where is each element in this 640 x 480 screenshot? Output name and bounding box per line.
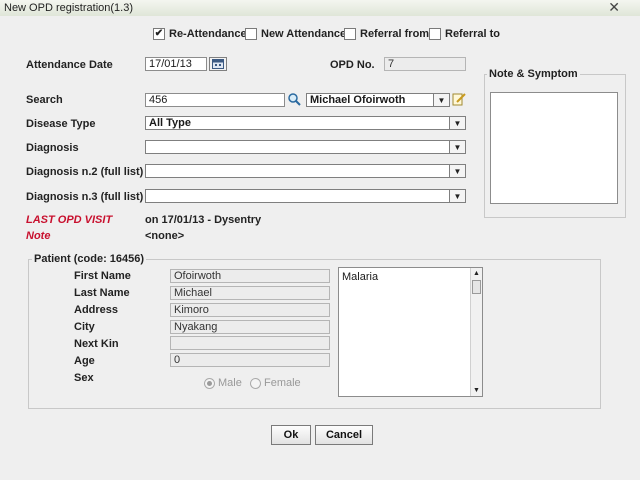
scroll-up-icon[interactable]: ▲ [471,268,482,279]
scroll-thumb[interactable] [472,280,481,294]
note-symptom-textarea[interactable] [490,92,618,204]
re-attendance-checkbox[interactable]: ✔ Re-Attendance [153,28,247,40]
search-label: Search [26,94,63,106]
next-kin-label: Next Kin [74,338,119,350]
checkbox-unchecked-icon [429,28,441,40]
note-label: Note [26,230,51,242]
dialog-body: ✔ Re-Attendance New Attendance Referral … [0,16,640,480]
diagnosis3-label: Diagnosis n.3 (full list) [26,191,144,203]
opd-no-field: 7 [384,57,466,71]
disease-type-label: Disease Type [26,118,96,130]
sex-male-radio[interactable]: Male [204,377,242,389]
age-label: Age [74,355,95,367]
first-name-label: First Name [74,270,131,282]
sex-female-radio[interactable]: Female [250,377,301,389]
disease-type-select[interactable]: All Type ▼ [145,116,466,130]
search-input[interactable]: 456 [145,93,285,107]
opd-no-label: OPD No. [330,59,375,71]
note-symptom-title: Note & Symptom [487,68,580,80]
sex-female-label: Female [264,377,301,389]
patient-notes-scrollbar[interactable]: ▲ ▼ [470,268,482,396]
cancel-button[interactable]: Cancel [315,425,373,445]
last-visit-value: on 17/01/13 - Dysentry [145,214,262,226]
diagnosis-select[interactable]: ▼ [145,140,466,154]
chevron-down-icon[interactable]: ▼ [449,141,465,153]
radio-unselected-icon [250,377,261,389]
new-attendance-checkbox[interactable]: New Attendance [245,28,346,40]
diagnosis2-label: Diagnosis n.2 (full list) [26,166,144,178]
address-label: Address [74,304,119,316]
patient-panel-title: Patient (code: 16456) [32,253,147,265]
checkbox-checked-icon: ✔ [153,28,165,40]
attendance-date-label: Attendance Date [26,59,113,71]
radio-selected-icon [204,377,215,389]
referral-from-checkbox[interactable]: Referral from [344,28,429,40]
checkbox-unchecked-icon [344,28,356,40]
diagnosis2-select[interactable]: ▼ [145,164,466,178]
patient-select-value: Michael Ofoirwoth [310,94,406,106]
first-name-field: Ofoirwoth [170,269,330,283]
note-value: <none> [145,230,185,242]
calendar-button[interactable] [209,57,227,71]
last-name-field: Michael [170,286,330,300]
scroll-down-icon[interactable]: ▼ [471,385,482,396]
referral-from-label: Referral from [360,28,430,40]
sex-label: Sex [74,372,94,384]
diagnosis3-select[interactable]: ▼ [145,189,466,203]
re-attendance-label: Re-Attendance [169,28,247,40]
disease-type-value: All Type [149,117,191,129]
next-kin-field [170,336,330,350]
chevron-down-icon[interactable]: ▼ [449,190,465,202]
title-bar: New OPD registration(1.3) ✕ [0,0,640,17]
patient-select[interactable]: Michael Ofoirwoth ▼ [306,93,450,107]
attendance-date-field[interactable]: 17/01/13 [145,57,207,71]
edit-patient-icon[interactable] [452,92,466,109]
window-title: New OPD registration(1.3) [4,2,133,14]
calendar-icon [212,59,224,69]
age-field: 0 [170,353,330,367]
last-name-label: Last Name [74,287,130,299]
last-visit-label: LAST OPD VISIT [26,214,113,226]
checkbox-unchecked-icon [245,28,257,40]
chevron-down-icon[interactable]: ▼ [449,165,465,177]
search-icon[interactable] [288,93,301,109]
chevron-down-icon[interactable]: ▼ [433,94,449,106]
diagnosis-label: Diagnosis [26,142,79,154]
city-label: City [74,321,95,333]
close-icon[interactable]: ✕ [608,0,620,14]
city-field: Nyakang [170,320,330,334]
ok-button[interactable]: Ok [271,425,311,445]
sex-male-label: Male [218,377,242,389]
chevron-down-icon[interactable]: ▼ [449,117,465,129]
referral-to-label: Referral to [445,28,501,40]
address-field: Kimoro [170,303,330,317]
patient-notes-textarea[interactable]: Malaria ▲ ▼ [338,267,483,397]
referral-to-checkbox[interactable]: Referral to [429,28,500,40]
patient-notes-text: Malaria [342,271,379,283]
new-attendance-label: New Attendance [261,28,347,40]
